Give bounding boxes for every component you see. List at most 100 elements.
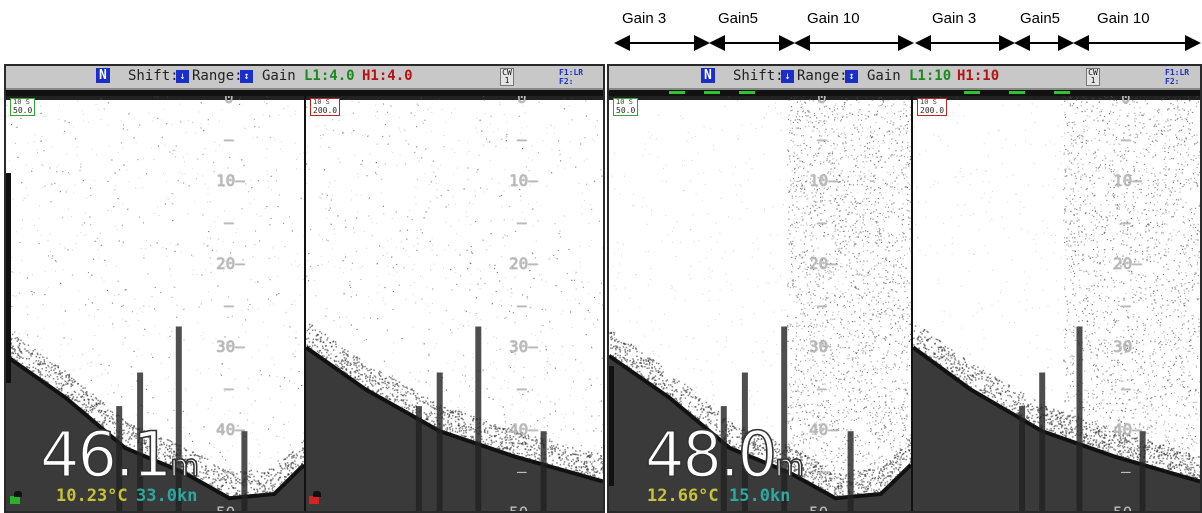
range-sub-label: 10 S [616, 98, 633, 106]
depth-tick-label: – [1121, 295, 1131, 315]
depth-tick-label: – [517, 295, 527, 315]
gain-label-2: Gain5 [718, 10, 759, 27]
depth-tick-label: – [817, 295, 827, 315]
shift-label: Shift: [733, 68, 784, 84]
ruler-mark [1054, 91, 1070, 94]
depth-tick-label: – [817, 129, 827, 149]
range-label: Range: [797, 68, 848, 84]
echogram-high [306, 96, 603, 511]
shift-label: Shift: [128, 68, 179, 84]
depth-tick-label: – [1121, 212, 1131, 232]
ruler-mark [1009, 91, 1025, 94]
f1-label: F1:LR [1165, 68, 1190, 77]
depth-tick-label: 40– [1113, 420, 1142, 439]
range-updown-icon[interactable]: ↕ [845, 70, 858, 83]
depth-tick-label: 10– [809, 171, 838, 190]
range-tag: 10 S 50.0 [10, 98, 36, 116]
shift-down-icon[interactable]: ↓ [781, 70, 794, 83]
range-tag-value: 50.0 [616, 106, 636, 115]
depth-unit: m [774, 448, 805, 485]
depth-readout: 46.1m [39, 417, 200, 492]
depth-tick-label: 40– [809, 420, 838, 439]
depth-tick-label: 0 [224, 96, 234, 107]
ruler-mark [739, 91, 755, 94]
depth-tick-label: 30– [509, 337, 538, 356]
depth-tick-label: 10– [1113, 171, 1142, 190]
status-bar: N Shift: ↓ Range: ↕ Gain L1:10 H1:10 CW … [609, 66, 1200, 90]
gain-label: Gain [867, 68, 901, 84]
depth-tick-label: – [817, 378, 827, 398]
depth-tick-label: 10– [509, 171, 538, 190]
f2-label: F2: [559, 77, 574, 86]
range-sub-label: 10 S [13, 98, 30, 106]
depth-tick-label: – [224, 129, 234, 149]
depth-tick-label: 30 [1113, 337, 1133, 356]
depth-tick-label: – [1121, 461, 1131, 481]
depth-unit: m [169, 448, 200, 485]
range-updown-icon[interactable]: ↕ [240, 70, 253, 83]
ship-speed: 33.0kn [136, 486, 198, 506]
depth-tick-label: 50– [216, 503, 245, 511]
depth-tick-label: – [224, 295, 234, 315]
depth-tick-label: – [817, 212, 827, 232]
gain-label-1: Gain 3 [622, 10, 667, 27]
function-keys[interactable]: F1:LR F2: [559, 68, 583, 86]
gain-h1-value[interactable]: H1:4.0 [362, 68, 413, 84]
depth-tick-label: 40– [216, 420, 245, 439]
depth-value: 48.0 [644, 417, 778, 492]
depth-tick-label: – [517, 212, 527, 232]
range-sub-label: 10 S [313, 98, 330, 106]
function-keys[interactable]: F1:LR F2: [1165, 68, 1189, 86]
depth-tick-label: 50 [809, 503, 828, 511]
marker-knob-icon [313, 491, 321, 497]
gain-h1-value[interactable]: H1:10 [957, 68, 999, 84]
north-indicator: N [96, 68, 110, 83]
gain-l1-value[interactable]: L1:10 [909, 68, 951, 84]
depth-tick-label: – [1121, 129, 1131, 149]
marker-knob-icon [14, 491, 22, 497]
depth-tick-label: 0 [517, 96, 527, 107]
marker-red-icon [309, 496, 319, 504]
depth-tick-label: 20– [1113, 254, 1142, 273]
water-temperature: 12.66°C [647, 486, 719, 506]
ship-speed: 15.0kn [729, 486, 791, 506]
gain-label-4: Gain 3 [932, 10, 977, 27]
depth-tick-label: 20– [809, 254, 838, 273]
depth-tick-label: 0 [1121, 96, 1131, 107]
status-bar: N Shift: ↓ Range: ↕ Gain L1:4.0 H1:4.0 C… [6, 66, 603, 90]
gain-label-6: Gain 10 [1097, 10, 1150, 27]
sounder-screen-left: N Shift: ↓ Range: ↕ Gain L1:4.0 H1:4.0 C… [4, 64, 605, 513]
gain-label-5: Gain5 [1020, 10, 1061, 27]
ruler-mark [964, 91, 980, 94]
marker-green-icon [10, 496, 20, 504]
gain-l1-value[interactable]: L1:4.0 [304, 68, 355, 84]
depth-tick-label: – [224, 212, 234, 232]
depth-tick-label: 40– [509, 420, 538, 439]
depth-tick-label: 50 [1113, 503, 1132, 511]
side-bar [6, 173, 11, 383]
depth-tick-label: – [1121, 378, 1131, 398]
f1-label: F1:LR [559, 68, 584, 77]
echo-panel-high: 10 S200.0 0 – 10– – 20– – 30– – 40– – 50– [306, 96, 603, 511]
depth-value: 46.1 [39, 417, 173, 492]
ruler-mark [669, 91, 685, 94]
range-tag-value: 50.0 [13, 106, 33, 115]
shift-down-icon[interactable]: ↓ [176, 70, 189, 83]
depth-tick-label: – [517, 378, 527, 398]
sounder-screen-right: N Shift: ↓ Range: ↕ Gain L1:10 H1:10 CW … [607, 64, 1202, 513]
depth-tick-label: – [224, 461, 234, 481]
depth-tick-label: – [517, 461, 527, 481]
range-tag-value: 200.0 [920, 106, 945, 115]
water-temperature: 10.23°C [56, 486, 128, 506]
cw-indicator: CW 1 [1086, 68, 1100, 86]
depth-tick-label: – [224, 378, 234, 398]
depth-tick-label: – [517, 129, 527, 149]
side-bar [609, 366, 614, 486]
north-indicator: N [701, 68, 715, 83]
range-tag-value: 200.0 [313, 106, 338, 115]
gain-label: Gain [262, 68, 296, 84]
gain-arrows [614, 35, 1201, 51]
ruler-mark [704, 91, 720, 94]
depth-tick-label: 0 [817, 96, 827, 107]
echo-panel-high: 10 S200.0 0 – 10– – 20– – 30 – 40– – 50 [913, 96, 1200, 511]
